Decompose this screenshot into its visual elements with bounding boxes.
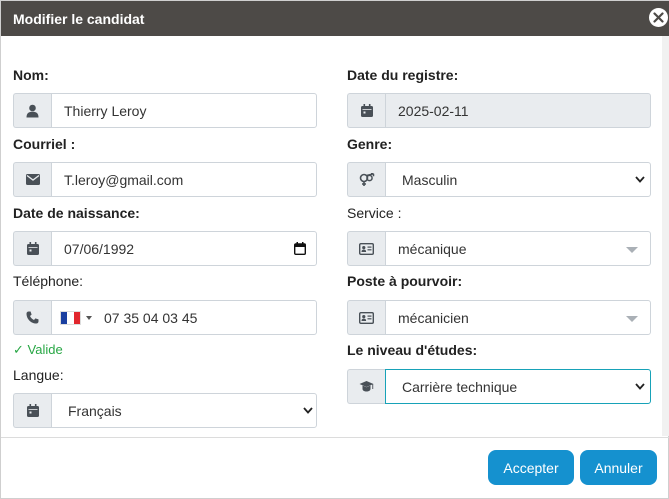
- genre-value: Masculin: [402, 171, 458, 188]
- service-value: mécanique: [398, 240, 467, 257]
- calendar-icon: [13, 231, 51, 266]
- poste-label: Poste à pourvoir:: [347, 273, 463, 289]
- chevron-down-icon: [635, 383, 645, 390]
- date-registre-input: 2025-02-11: [385, 93, 651, 128]
- user-icon: [13, 93, 51, 128]
- courriel-input[interactable]: T.leroy@gmail.com: [51, 162, 317, 197]
- gender-icon: [347, 162, 385, 197]
- langue-value: Français: [68, 402, 122, 419]
- caret-down-icon: [626, 316, 638, 322]
- service-select[interactable]: mécanique: [385, 231, 651, 266]
- langue-select[interactable]: Français: [51, 393, 317, 428]
- genre-label: Genre:: [347, 136, 393, 152]
- nom-input[interactable]: Thierry Leroy: [51, 93, 317, 128]
- telephone-value: 07 35 04 03 45: [104, 310, 198, 326]
- service-label: Service :: [347, 205, 402, 221]
- calendar-picker-icon[interactable]: [293, 242, 307, 258]
- footer-divider: [1, 437, 669, 438]
- genre-select[interactable]: Masculin: [385, 162, 651, 197]
- courriel-value: T.leroy@gmail.com: [64, 171, 184, 188]
- telephone-valid-status: ✓ Valide: [13, 342, 63, 357]
- graduation-cap-icon: [347, 369, 385, 404]
- date-naissance-group: 07/06/1992: [13, 231, 317, 266]
- id-card-icon: [347, 231, 385, 266]
- langue-label: Langue:: [13, 367, 64, 383]
- france-flag-icon[interactable]: [60, 311, 81, 325]
- courriel-label: Courriel :: [13, 136, 76, 152]
- calendar-icon: [13, 393, 51, 428]
- nom-value: Thierry Leroy: [64, 102, 147, 119]
- accept-button[interactable]: Accepter: [488, 450, 574, 485]
- niveau-group: Carrière technique: [347, 369, 651, 404]
- courriel-group: T.leroy@gmail.com: [13, 162, 317, 197]
- telephone-label: Téléphone:: [13, 273, 84, 289]
- envelope-icon: [13, 162, 51, 197]
- close-icon[interactable]: [649, 8, 668, 27]
- date-naissance-input[interactable]: 07/06/1992: [51, 231, 317, 266]
- chevron-down-icon: [303, 407, 313, 414]
- langue-group: Français: [13, 393, 317, 428]
- poste-group: mécanicien: [347, 300, 651, 335]
- date-registre-group: 2025-02-11: [347, 93, 651, 128]
- telephone-group: 07 35 04 03 45: [13, 300, 317, 335]
- genre-group: Masculin: [347, 162, 651, 197]
- scrollbar[interactable]: [662, 36, 669, 436]
- niveau-select[interactable]: Carrière technique: [385, 369, 651, 404]
- poste-value: mécanicien: [398, 309, 469, 326]
- date-registre-label: Date du registre:: [347, 67, 459, 83]
- id-card-icon: [347, 300, 385, 335]
- niveau-value: Carrière technique: [402, 378, 518, 395]
- service-group: mécanique: [347, 231, 651, 266]
- dialog-titlebar: Modifier le candidat: [1, 1, 669, 36]
- poste-select[interactable]: mécanicien: [385, 300, 651, 335]
- caret-down-icon: [626, 247, 638, 253]
- edit-candidate-dialog: Modifier le candidat Nom: Thierry Leroy …: [0, 0, 669, 499]
- nom-label: Nom:: [13, 67, 49, 83]
- calendar-icon: [347, 93, 385, 128]
- country-dropdown-icon[interactable]: [86, 316, 92, 320]
- date-registre-value: 2025-02-11: [398, 102, 469, 119]
- date-naissance-label: Date de naissance:: [13, 205, 140, 221]
- telephone-input[interactable]: 07 35 04 03 45: [51, 300, 317, 335]
- chevron-down-icon: [635, 176, 645, 183]
- phone-icon: [13, 300, 51, 335]
- niveau-label: Le niveau d'études:: [347, 342, 478, 358]
- dialog-title: Modifier le candidat: [13, 11, 145, 27]
- nom-group: Thierry Leroy: [13, 93, 317, 128]
- date-naissance-value: 07/06/1992: [64, 240, 135, 257]
- cancel-button[interactable]: Annuler: [580, 450, 657, 485]
